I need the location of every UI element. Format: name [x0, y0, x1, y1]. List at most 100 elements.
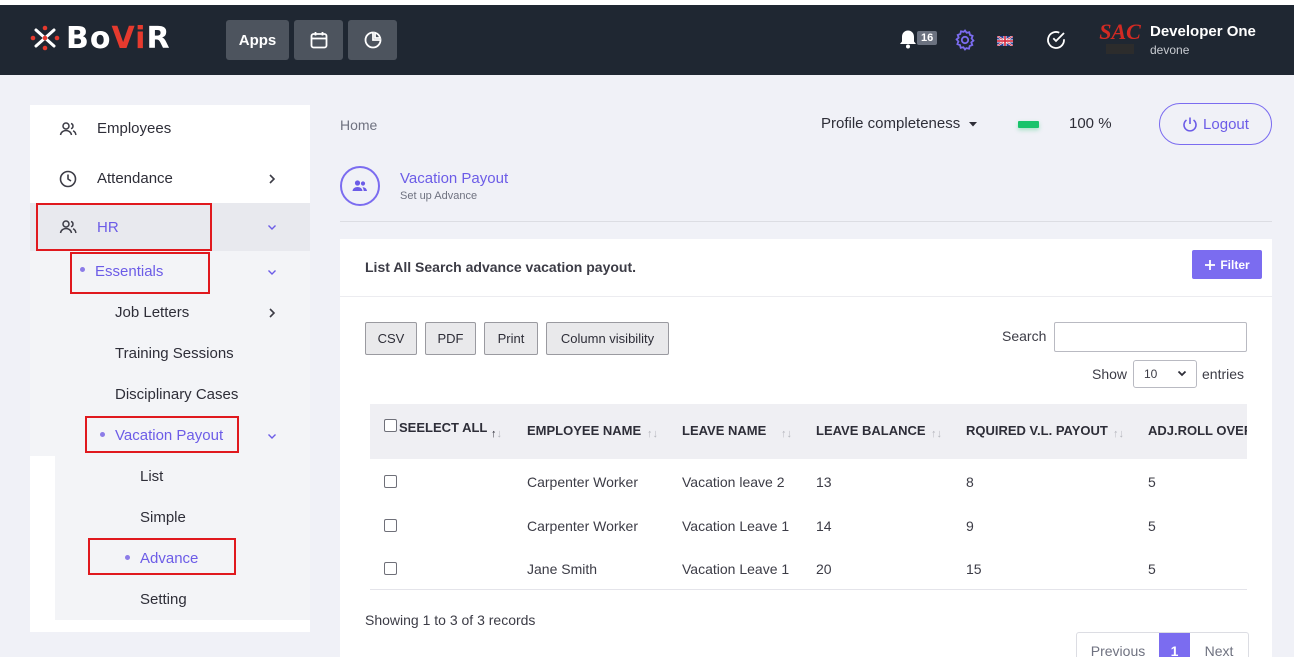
filter-label: Filter	[1220, 257, 1250, 272]
sidebar-item-list[interactable]: List	[30, 456, 310, 497]
highlight-box-vacation-payout	[85, 416, 239, 453]
sidebar-item-label: Job Letters	[115, 304, 190, 321]
users-icon	[352, 180, 367, 191]
calendar-icon	[310, 32, 327, 49]
user-id: devone	[1150, 43, 1190, 57]
check-circle-icon	[1047, 31, 1065, 49]
row-checkbox[interactable]	[384, 519, 397, 532]
column-header-adj-roll-over[interactable]: ADJ.ROLL OVER	[1148, 423, 1247, 438]
csv-button[interactable]: CSV	[365, 322, 417, 355]
cell-adj-roll-over: 5	[1148, 561, 1156, 577]
cell-adj-roll-over: 5	[1148, 518, 1156, 534]
filter-button[interactable]: Filter	[1192, 250, 1262, 279]
sidebar-indent-strip	[30, 456, 55, 620]
power-icon	[1183, 117, 1197, 132]
sidebar-item-setting[interactable]: Setting	[30, 579, 310, 620]
highlight-box-essentials	[70, 252, 210, 294]
logout-button[interactable]: Logout	[1159, 103, 1272, 145]
card-title: List All Search advance vacation payout.	[365, 259, 637, 275]
cell-required-payout: 8	[966, 474, 974, 490]
bovir-logo[interactable]: BoViR	[30, 20, 171, 56]
sidebar-item-label: Setting	[140, 591, 187, 608]
svg-text:SAC: SAC	[1099, 19, 1141, 44]
sidebar-item-attendance[interactable]: Attendance	[30, 155, 310, 202]
column-header-leave-name[interactable]: LEAVE NAME	[682, 423, 766, 438]
cell-leave-name: Vacation Leave 1	[682, 561, 790, 577]
page-icon	[340, 166, 380, 206]
user-name[interactable]: Developer One	[1150, 23, 1256, 40]
sidebar-item-employees[interactable]: Employees	[30, 105, 310, 152]
page-title: Vacation Payout	[400, 170, 509, 187]
row-checkbox[interactable]	[384, 562, 397, 575]
page-1-button[interactable]: 1	[1159, 633, 1190, 657]
select-all-checkbox[interactable]	[384, 419, 397, 432]
cell-leave-name: Vacation Leave 1	[682, 518, 790, 534]
calendar-button[interactable]	[294, 20, 343, 60]
page-length-select[interactable]: 10	[1133, 360, 1197, 388]
sidebar-item-disciplinary-cases[interactable]: Disciplinary Cases	[30, 374, 310, 415]
cell-leave-balance: 20	[816, 561, 832, 577]
users-icon	[59, 121, 77, 135]
reports-button[interactable]	[348, 20, 397, 60]
bell-icon	[900, 30, 916, 49]
chevron-right-icon	[269, 307, 276, 318]
column-header-employee-name[interactable]: EMPLOYEE NAME	[527, 423, 641, 438]
row-checkbox[interactable]	[384, 475, 397, 488]
payout-card: List All Search advance vacation payout.…	[340, 239, 1272, 657]
cell-employee-name: Carpenter Worker	[527, 518, 639, 534]
page-length-value: 10	[1144, 367, 1158, 381]
entries-label: entries	[1202, 366, 1245, 382]
cell-employee-name: Carpenter Worker	[527, 474, 639, 490]
sort-icon[interactable]: ↑↓	[1113, 428, 1124, 440]
sort-icon[interactable]: ↑↓	[491, 428, 502, 440]
cell-leave-balance: 14	[816, 518, 832, 534]
column-header-select-all[interactable]: SEELECT ALL	[399, 420, 487, 435]
logo-mark-icon	[30, 25, 60, 51]
sort-icon[interactable]: ↑↓	[931, 428, 942, 440]
table-row[interactable]: Carpenter Worker Vacation Leave 1 14 9 5	[370, 503, 1247, 546]
sidebar-item-simple[interactable]: Simple	[30, 497, 310, 538]
cell-required-payout: 9	[966, 518, 974, 534]
notification-count-badge: 16	[917, 31, 938, 45]
sidebar-item-label: Employees	[97, 120, 172, 137]
uk-flag-icon[interactable]	[997, 36, 1013, 46]
profile-progress-bar	[1018, 121, 1039, 128]
payout-table: SEELECT ALL ↑↓ EMPLOYEE NAME ↑↓ LEAVE NA…	[370, 404, 1247, 590]
tasks-button[interactable]	[1045, 29, 1067, 56]
gear-icon	[955, 29, 975, 51]
print-button[interactable]: Print	[484, 322, 538, 355]
previous-page-button[interactable]: Previous	[1077, 633, 1159, 657]
pagination: Previous 1 Next	[1076, 632, 1249, 657]
sort-icon[interactable]: ↑↓	[647, 428, 658, 440]
user-avatar[interactable]: SAC	[1098, 18, 1142, 58]
settings-button[interactable]	[953, 28, 977, 57]
table-row[interactable]: Jane Smith Vacation Leave 1 20 15 5	[370, 546, 1247, 589]
sidebar-item-label: Disciplinary Cases	[115, 386, 239, 403]
column-visibility-button[interactable]: Column visibility	[546, 322, 669, 355]
caret-down-icon	[969, 122, 978, 127]
sidebar-item-job-letters[interactable]: Job Letters	[30, 292, 310, 333]
pdf-button[interactable]: PDF	[425, 322, 476, 355]
logout-label: Logout	[1203, 115, 1249, 133]
logo-wordmark: BoViR	[66, 20, 171, 56]
profile-completeness-dropdown[interactable]: Profile completeness	[821, 115, 978, 132]
notifications-button[interactable]	[897, 28, 919, 55]
search-input[interactable]	[1054, 322, 1247, 352]
pie-chart-icon	[364, 31, 381, 49]
profile-percent: 100 %	[1069, 115, 1112, 132]
chevron-down-icon	[268, 225, 276, 230]
page-subtitle: Set up Advance	[400, 190, 478, 202]
sidebar-item-training-sessions[interactable]: Training Sessions	[30, 333, 310, 374]
breadcrumb[interactable]: Home	[340, 117, 377, 133]
sidebar-item-label: Simple	[140, 509, 186, 526]
table-header: SEELECT ALL ↑↓ EMPLOYEE NAME ↑↓ LEAVE NA…	[370, 404, 1247, 459]
next-page-button[interactable]: Next	[1190, 633, 1248, 657]
sidebar: Employees Attendance HR Essentials Job L…	[30, 105, 310, 632]
sort-icon[interactable]: ↑↓	[781, 428, 792, 440]
clock-icon	[59, 170, 77, 187]
column-header-required-payout[interactable]: RQUIRED V.L. PAYOUT	[966, 423, 1108, 438]
highlight-box-advance	[88, 538, 236, 575]
apps-button[interactable]: Apps	[226, 20, 289, 60]
table-row[interactable]: Carpenter Worker Vacation leave 2 13 8 5	[370, 459, 1247, 502]
column-header-leave-balance[interactable]: LEAVE BALANCE	[816, 423, 926, 438]
